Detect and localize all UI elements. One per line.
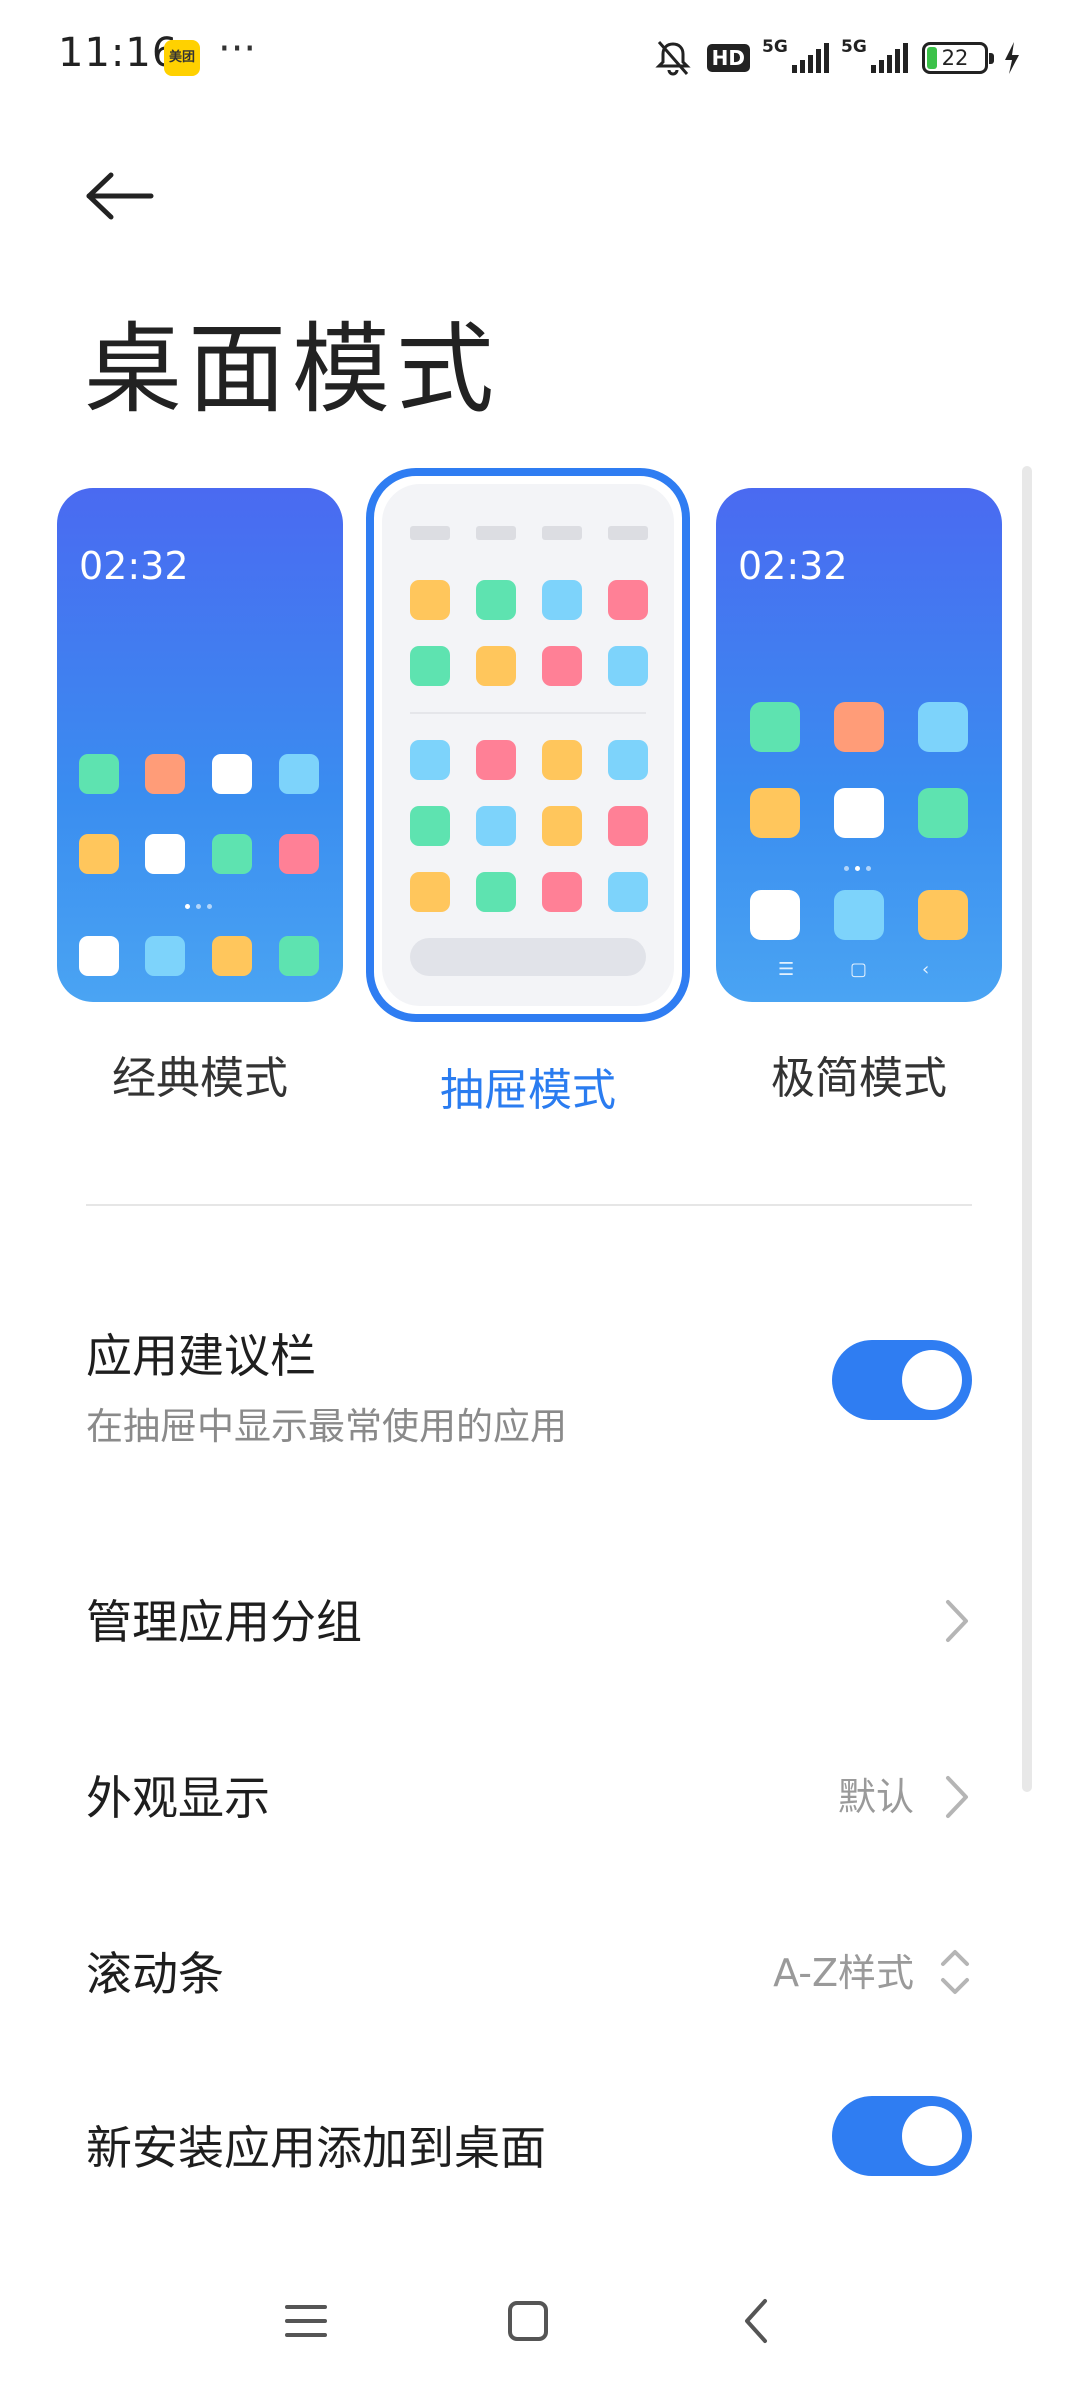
setting-value: A-Z样式 bbox=[773, 1951, 914, 1995]
signal-network-label: 5G bbox=[762, 37, 788, 57]
battery-level: 22 bbox=[941, 46, 969, 70]
bell-muted-icon bbox=[655, 41, 691, 76]
battery-icon: 22 bbox=[922, 42, 994, 74]
section-divider bbox=[86, 1204, 972, 1206]
mode-classic[interactable]: 02:32 经典模式 bbox=[57, 488, 343, 1106]
mode-label: 抽屉模式 bbox=[440, 1065, 616, 1116]
mode-label: 经典模式 bbox=[112, 1053, 288, 1104]
arrow-left-icon bbox=[86, 172, 154, 220]
selected-frame bbox=[366, 468, 690, 1022]
status-bar: 11:16 美团 ··· HD 5G 5G 22 bbox=[0, 0, 1080, 120]
setting-value: 默认 bbox=[837, 1775, 914, 1819]
mode-simple[interactable]: 02:32 ☰ ▢ ‹ 极简模式 bbox=[716, 488, 1002, 1106]
menu-button[interactable] bbox=[266, 2281, 346, 2361]
status-icons: HD 5G 5G 22 bbox=[653, 36, 1022, 80]
home-button[interactable] bbox=[488, 2281, 568, 2361]
system-nav-bar bbox=[0, 2241, 1080, 2401]
back-nav-button[interactable] bbox=[716, 2281, 796, 2361]
preview-clock: 02:32 bbox=[738, 544, 848, 588]
setting-suggestion-bar[interactable]: 应用建议栏 在抽屉中显示最常使用的应用 bbox=[86, 1320, 972, 1450]
setting-add-new-apps[interactable]: 新安装应用添加到桌面 bbox=[86, 2096, 972, 2176]
signal-icon: 5G bbox=[762, 37, 829, 73]
preview-clock: 02:32 bbox=[79, 544, 189, 588]
setting-appearance[interactable]: 外观显示 默认 bbox=[86, 1762, 972, 1832]
chevron-right-icon bbox=[946, 1776, 968, 1818]
hd-voice-icon: HD bbox=[706, 44, 750, 72]
charging-icon bbox=[1005, 42, 1019, 74]
more-notifications-icon: ··· bbox=[218, 26, 257, 72]
simple-preview: 02:32 ☰ ▢ ‹ bbox=[716, 488, 1002, 1002]
setting-scrollbar-style[interactable]: 滚动条 A-Z样式 bbox=[86, 1938, 972, 2008]
mode-label: 极简模式 bbox=[771, 1053, 947, 1104]
chevron-up-down-icon bbox=[941, 1950, 969, 1994]
signal-icon-2: 5G bbox=[841, 37, 908, 73]
square-home-icon bbox=[508, 2301, 548, 2341]
signal-network-label-2: 5G bbox=[841, 37, 867, 57]
drawer-preview bbox=[382, 484, 674, 1006]
setting-manage-groups[interactable]: 管理应用分组 bbox=[86, 1586, 972, 1656]
mode-drawer[interactable]: 抽屉模式 bbox=[366, 468, 690, 1118]
menu-icon bbox=[285, 2305, 327, 2337]
chevron-left-icon bbox=[745, 2299, 767, 2343]
back-button[interactable] bbox=[80, 156, 160, 236]
scrollbar[interactable] bbox=[1022, 466, 1032, 1792]
meituan-notification-icon: 美团 bbox=[164, 40, 200, 76]
classic-preview: 02:32 bbox=[57, 488, 343, 1002]
page-title: 桌面模式 bbox=[84, 313, 501, 427]
status-time: 11:16 bbox=[58, 30, 179, 76]
chevron-right-icon bbox=[946, 1600, 968, 1642]
setting-title: 管理应用分组 bbox=[86, 1595, 362, 1649]
add-new-apps-toggle[interactable] bbox=[832, 2096, 972, 2176]
suggestion-bar-toggle[interactable] bbox=[832, 1340, 972, 1420]
